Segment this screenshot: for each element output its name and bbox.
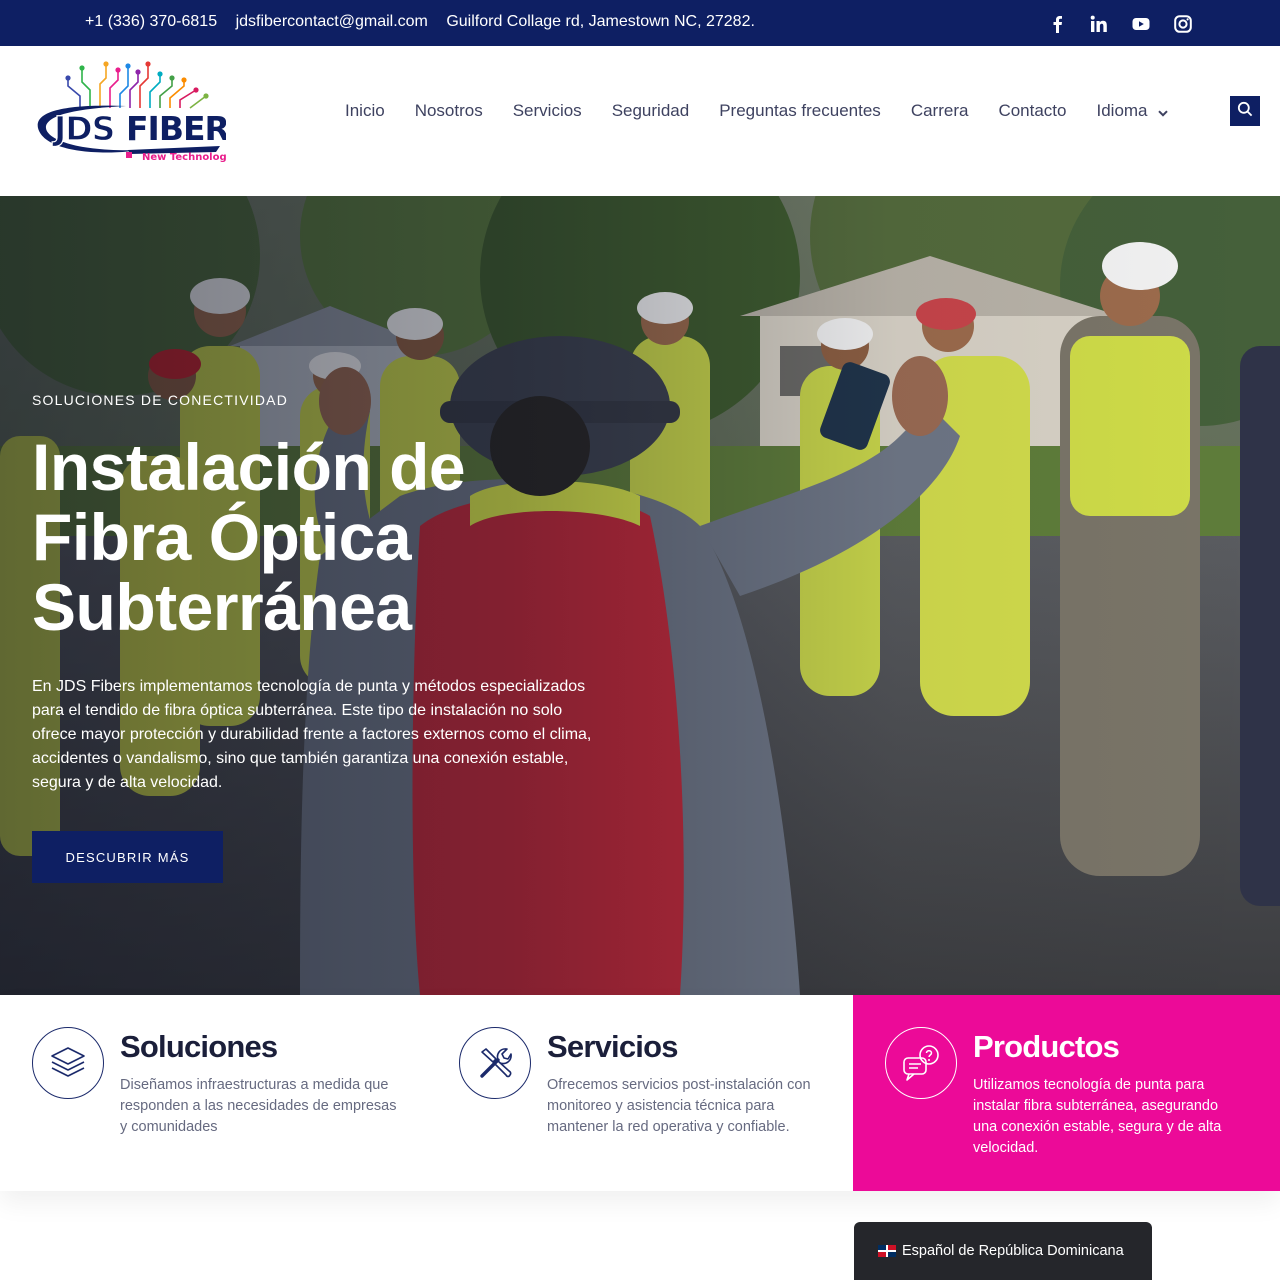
nav-item-servicios[interactable]: Servicios [498, 101, 597, 121]
feature-card-soluciones[interactable]: Soluciones Diseñamos infraestructuras a … [0, 995, 427, 1191]
nav-item-preguntas-frecuentes[interactable]: Preguntas frecuentes [704, 101, 896, 121]
layers-icon [32, 1027, 104, 1099]
nav-item-carrera[interactable]: Carrera [896, 101, 984, 121]
search-icon [1237, 101, 1253, 122]
nav-item-inicio[interactable]: Inicio [330, 101, 400, 121]
feature-title: Servicios [547, 1029, 678, 1064]
svg-text:JDS: JDS [52, 109, 114, 148]
nav-item-seguridad[interactable]: Seguridad [597, 101, 705, 121]
hero-section: SOLUCIONES DE CONECTIVIDAD Instalación d… [0, 196, 1280, 995]
svg-text:New Technology: New Technology [142, 152, 226, 163]
jdsfiber-logo[interactable]: JDS FIBER New Technology [30, 60, 234, 164]
discover-more-button[interactable]: DESCUBRIR MÁS [32, 831, 223, 883]
top-bar: +1 (336) 370-6815 jdsfibercontact@gmail.… [0, 0, 1280, 46]
hero-title-line-2: Fibra Óptica [32, 500, 412, 574]
feature-title: Soluciones [120, 1029, 278, 1064]
hero-eyebrow: SOLUCIONES DE CONECTIVIDAD [32, 392, 289, 408]
nav-item-nosotros[interactable]: Nosotros [400, 101, 498, 121]
nav-item-idioma[interactable]: Idioma [1081, 101, 1183, 122]
hero-title-line-1: Instalación de [32, 430, 466, 504]
search-button[interactable] [1230, 96, 1260, 126]
chat-question-icon [885, 1027, 957, 1099]
dominican-flag-icon [878, 1245, 896, 1257]
facebook-icon[interactable] [1044, 11, 1070, 37]
instagram-icon[interactable] [1170, 11, 1196, 37]
chevron-down-icon [1158, 102, 1168, 122]
feature-description: Diseñamos infraestructuras a medida que … [120, 1077, 397, 1135]
svg-text:FIBER: FIBER [126, 109, 226, 148]
address-text: Guilford Collage rd, Jamestown NC, 27282… [446, 13, 755, 30]
language-switcher[interactable]: Español de República Dominicana [854, 1222, 1152, 1280]
nav-item-contacto[interactable]: Contacto [983, 101, 1081, 121]
feature-card-servicios[interactable]: Servicios Ofrecemos servicios post-insta… [427, 995, 853, 1191]
feature-description: Ofrecemos servicios post-instalación con… [547, 1077, 811, 1135]
hero-title: Instalación de Fibra Óptica Subterránea [32, 432, 592, 642]
hero-title-line-3: Subterránea [32, 570, 412, 644]
hero-paragraph: En JDS Fibers implementamos tecnología d… [32, 678, 592, 791]
features-strip: Soluciones Diseñamos infraestructuras a … [0, 995, 1280, 1191]
language-label: Español de República Dominicana [902, 1243, 1124, 1259]
phone-link[interactable]: +1 (336) 370-6815 [85, 13, 217, 30]
nav-item-idioma-label: Idioma [1096, 101, 1148, 120]
linkedin-icon[interactable] [1086, 11, 1112, 37]
feature-title: Productos [973, 1029, 1120, 1064]
social-links [1044, 11, 1196, 37]
email-link[interactable]: jdsfibercontact@gmail.com [236, 13, 428, 30]
feature-card-productos[interactable]: Productos Utilizamos tecnología de punta… [853, 995, 1280, 1191]
main-nav: Inicio Nosotros Servicios Seguridad Preg… [330, 101, 1183, 122]
feature-description: Utilizamos tecnología de punta para inst… [973, 1077, 1222, 1156]
tools-icon [459, 1027, 531, 1099]
youtube-icon[interactable] [1128, 11, 1154, 37]
site-header: JDS FIBER New Technology Inicio Nosotros… [0, 46, 1280, 196]
contact-info: +1 (336) 370-6815 jdsfibercontact@gmail.… [85, 13, 769, 31]
